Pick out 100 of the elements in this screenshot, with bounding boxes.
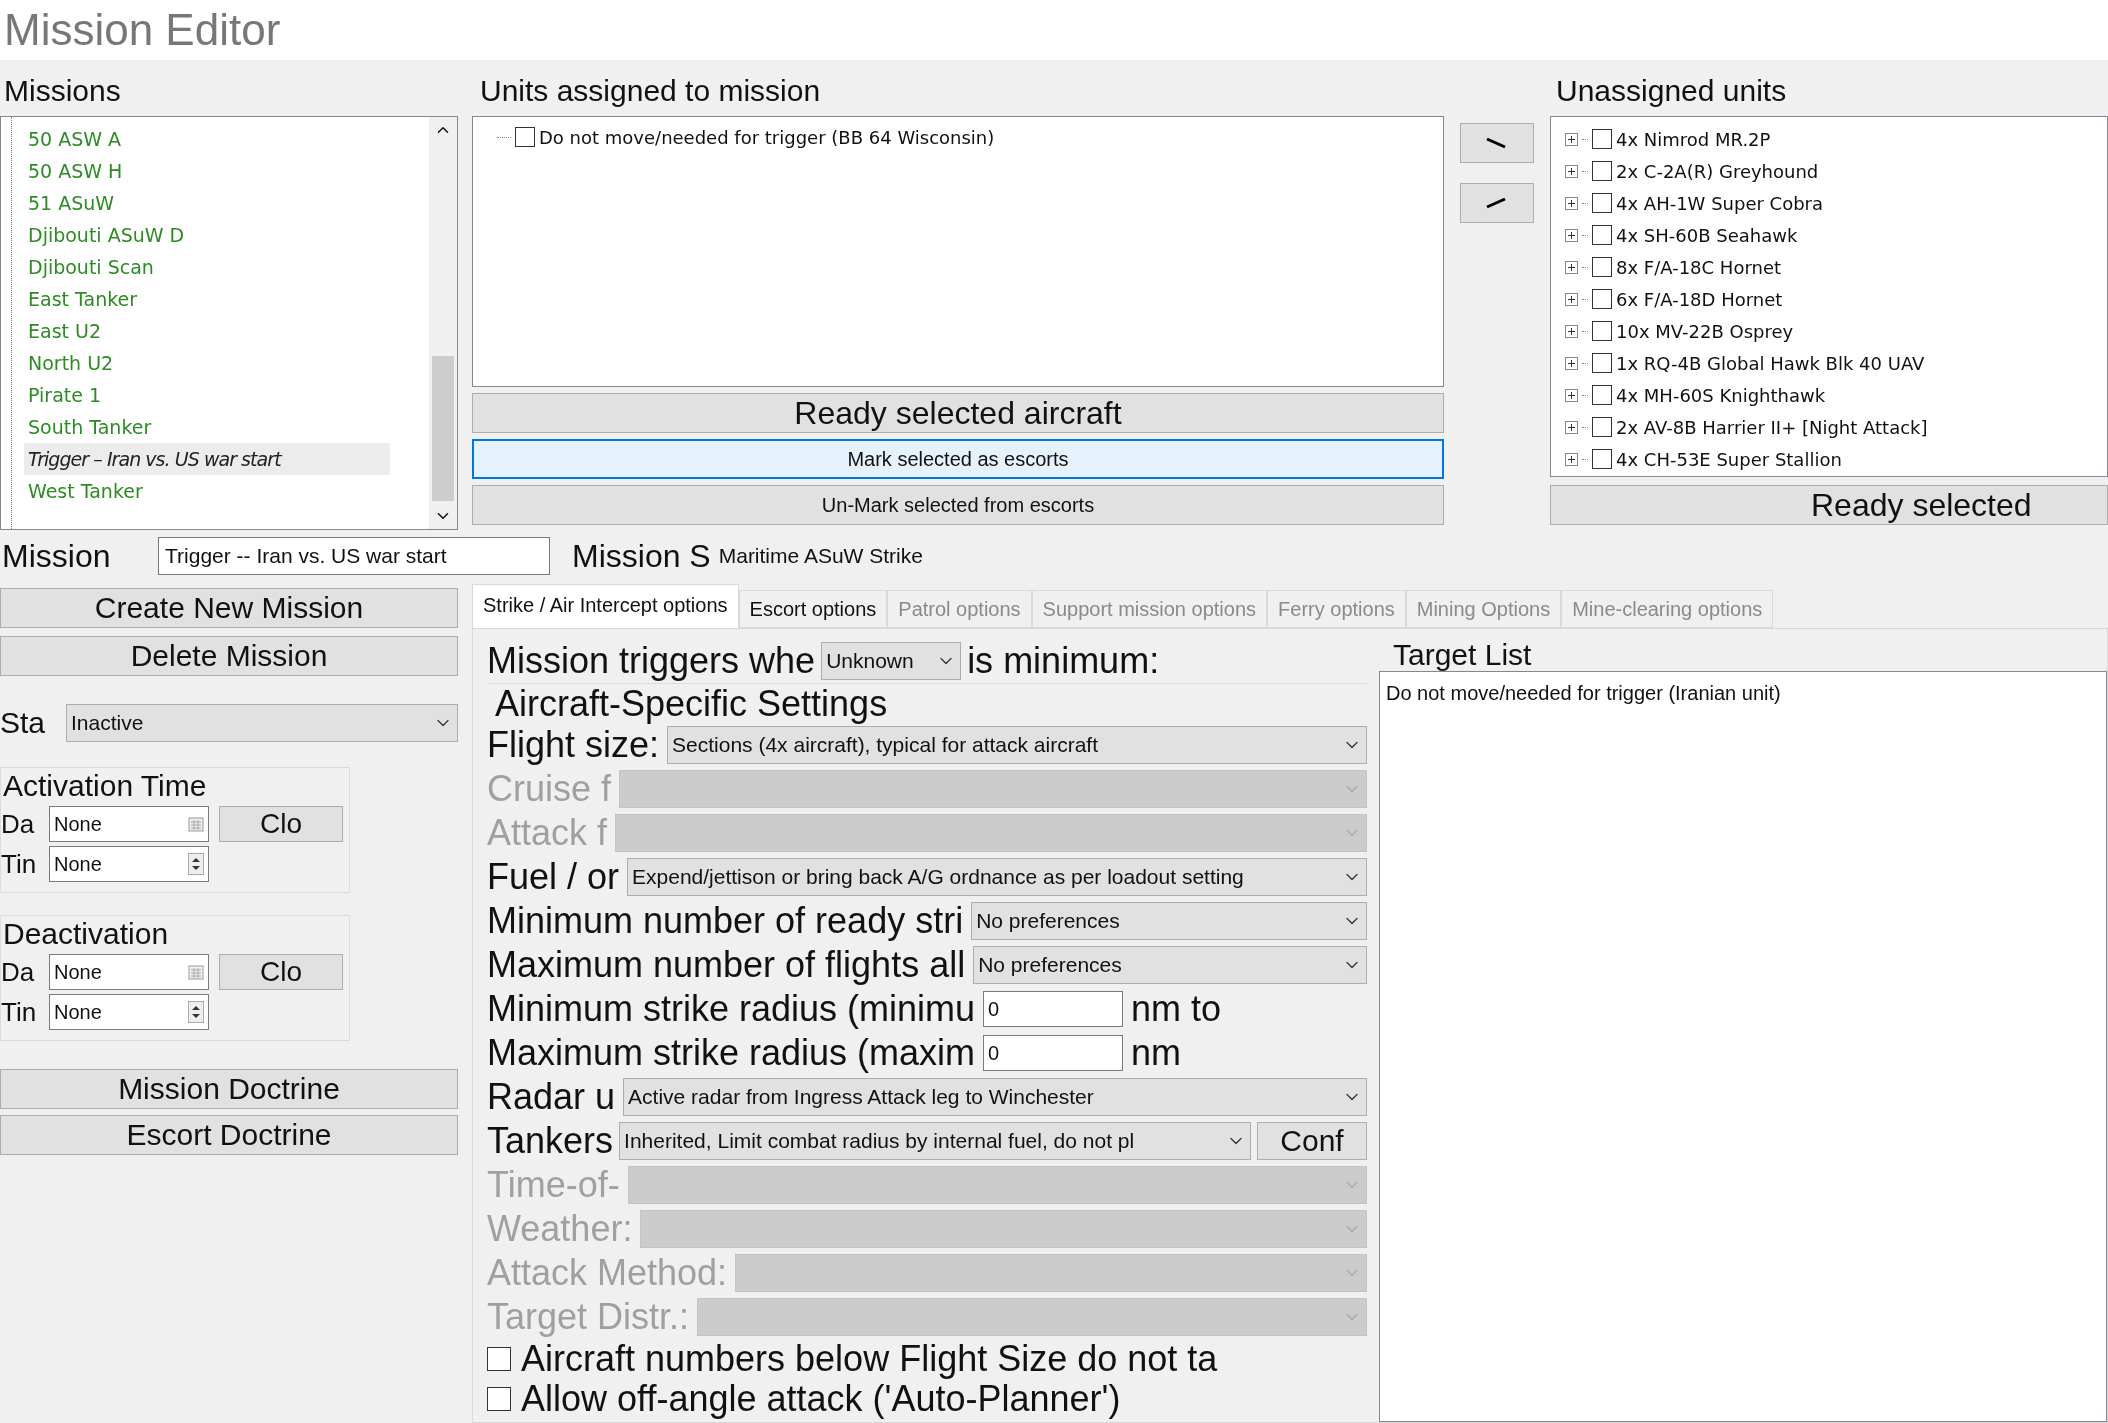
panel-heading: Missions [3,73,122,109]
button[interactable]: Ready selected aircraft [472,393,1444,433]
button[interactable]: Delete Mission [0,636,458,676]
panel-heading: Units assigned to mission [479,73,822,109]
tree-item[interactable]: 4x CH-53E Super Stallion [1616,445,1842,473]
expand-icon[interactable] [1565,228,1578,242]
checkbox[interactable] [1592,321,1612,341]
field-label: Mission [1,537,112,576]
tree-item[interactable]: 51 ASuW [24,187,390,219]
tree-item[interactable]: Djibouti Scan [24,251,390,283]
checkbox[interactable] [1592,417,1612,437]
button[interactable]: Un-Mark selected from escorts [472,485,1444,525]
dropdown[interactable]: Expend/jettison or bring back A/G ordnance as per loadout setting [627,858,1367,896]
tree-item[interactable]: 4x SH-60B Seahawk [1616,221,1798,249]
expand-icon[interactable] [1565,324,1578,338]
checkbox[interactable] [487,1347,511,1371]
checkbox[interactable] [1592,257,1612,277]
checkbox[interactable] [1592,449,1612,469]
tab[interactable]: Escort options [738,590,888,628]
dropdown[interactable]: Unknown [821,642,962,680]
field-label: Cruise f [487,768,612,810]
time-field[interactable]: None [49,994,209,1030]
button[interactable]: Clo [219,806,343,842]
expand-icon[interactable] [1565,196,1578,210]
button[interactable]: Mission Doctrine [0,1069,458,1109]
dropdown[interactable]: Sections (4x aircraft), typical for attack aircraft [667,726,1367,764]
panel-heading: Unassigned units [1555,73,1788,109]
unit-label: nm [1131,1032,1182,1074]
tree-item[interactable]: 50 ASW H [24,155,390,187]
tree-item[interactable]: Pirate 1 [24,379,390,411]
field-label: Mission S [572,537,711,576]
field-label: Maximum number of flights all [487,944,966,986]
field-label: Time-of- [487,1164,620,1206]
tree-item[interactable]: 2x AV-8B Harrier II+ [Night Attack] [1616,413,1928,441]
field-label: Sta [0,705,47,741]
date-field[interactable]: None [49,954,209,990]
checkbox[interactable] [1592,353,1612,373]
dropdown[interactable]: No preferences [971,902,1367,940]
mission-name-field[interactable]: Trigger -- Iran vs. US war start [158,537,550,575]
tree-item[interactable]: North U2 [24,347,390,379]
button[interactable]: Ready selected [1550,485,2108,525]
dropdown[interactable]: Inherited, Limit combat radius by internal fuel, do not pl [619,1122,1251,1160]
scrollbar[interactable] [429,117,457,529]
tree-item[interactable]: 4x MH-60S Knighthawk [1616,381,1826,409]
dropdown[interactable]: No preferences [973,946,1367,984]
dropdown[interactable]: Inactive [66,703,458,742]
time-field[interactable]: None [49,846,209,882]
expand-icon[interactable] [1565,292,1578,306]
tab[interactable]: Strike / Air Intercept options [472,584,739,628]
window-title: Mission Editor [3,8,281,52]
field-label: Tankers [487,1120,614,1162]
tree-item[interactable]: East U2 [24,315,390,347]
checkbox[interactable] [1592,225,1612,245]
expand-icon[interactable] [1565,132,1578,146]
checkbox[interactable] [515,127,535,147]
group-title: Aircraft-Specific Settings [494,682,888,725]
tree-item[interactable]: West Tanker [24,475,390,507]
button[interactable]: Conf [1257,1122,1367,1160]
tree-item[interactable]: South Tanker [24,411,390,443]
tree-item[interactable]: East Tanker [24,283,390,315]
button[interactable]: Clo [219,954,343,990]
tree-item[interactable]: 8x F/A-18C Hornet [1616,253,1782,281]
dropdown[interactable]: Active radar from Ingress Attack leg to Winchester [623,1078,1367,1116]
expand-icon[interactable] [1565,388,1578,402]
expand-icon[interactable] [1565,356,1578,370]
list-item[interactable]: Do not move/needed for trigger (Iranian unit) [1386,678,2100,708]
checkbox[interactable] [487,1387,511,1411]
tree-item[interactable]: Do not move/needed for trigger (BB 64 Wisconsin) [539,123,995,151]
tree-item[interactable]: 1x RQ-4B Global Hawk Blk 40 UAV [1616,349,1925,377]
field-label: Attack Method: [487,1252,728,1294]
tree-item[interactable]: 4x Nimrod MR.2P [1616,125,1771,153]
tree-item[interactable]: 6x F/A-18D Hornet [1616,285,1783,313]
move-right-button[interactable] [1460,123,1534,163]
field-label: is minimum: [967,640,1160,682]
button[interactable]: Escort Doctrine [0,1115,458,1155]
tree-item[interactable]: 10x MV-22B Osprey [1616,317,1794,345]
expand-icon[interactable] [1565,164,1578,178]
expand-icon[interactable] [1565,420,1578,434]
checkbox[interactable] [1592,129,1612,149]
tree-item[interactable]: Trigger – Iran vs. US war start [24,443,390,475]
spinner-icon[interactable] [188,853,204,875]
number-field[interactable]: 0 [983,1035,1124,1071]
tree-item[interactable]: 50 ASW A [24,123,390,155]
button[interactable]: Create New Mission [0,588,458,628]
move-left-button[interactable] [1460,183,1534,223]
checkbox[interactable] [1592,161,1612,181]
button[interactable]: Mark selected as escorts [472,439,1444,479]
checkbox[interactable] [1592,193,1612,213]
tree-item[interactable]: 4x AH-1W Super Cobra [1616,189,1824,217]
checkbox[interactable] [1592,385,1612,405]
tree-item[interactable]: 2x C-2A(R) Greyhound [1616,157,1819,185]
spinner-icon[interactable] [188,1001,204,1023]
field-label: Target Distr.: [487,1296,690,1338]
list-title: Target List [1392,639,1533,671]
expand-icon[interactable] [1565,260,1578,274]
tree-item[interactable]: Djibouti ASuW D [24,219,390,251]
checkbox[interactable] [1592,289,1612,309]
expand-icon[interactable] [1565,452,1578,466]
date-field[interactable]: None [49,806,209,842]
number-field[interactable]: 0 [983,991,1124,1027]
